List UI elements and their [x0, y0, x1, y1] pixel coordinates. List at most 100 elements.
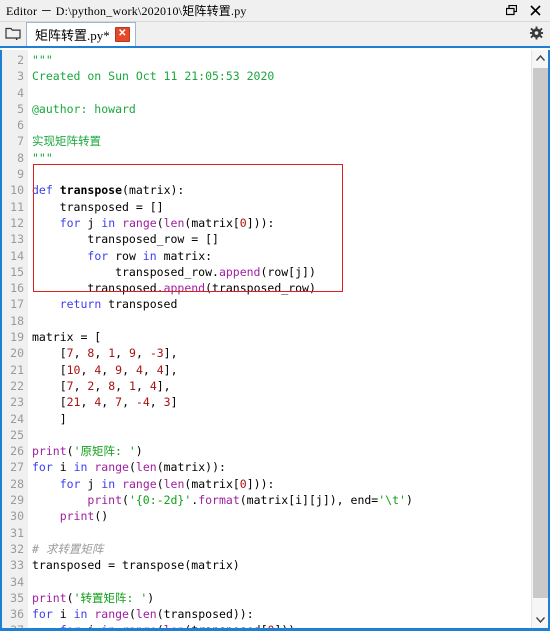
line-text[interactable]: return transposed — [27, 296, 178, 312]
code-line[interactable]: 25 — [2, 427, 531, 443]
code-line[interactable]: 30 print() — [2, 508, 531, 524]
line-text[interactable]: transposed_row.append(row[j]) — [27, 264, 316, 280]
line-text[interactable]: transposed_row = [] — [27, 231, 219, 247]
line-text[interactable]: [7, 8, 1, 9, -3], — [27, 345, 178, 361]
line-number: 29 — [10, 493, 24, 508]
code-line[interactable]: 12 for j in range(len(matrix[0])): — [2, 215, 531, 231]
line-text[interactable]: 实现矩阵转置 — [27, 133, 101, 149]
line-number: 16 — [10, 281, 24, 296]
line-text[interactable]: ] — [27, 411, 67, 427]
code-line[interactable]: 5 @author: howard — [2, 101, 531, 117]
code-line[interactable]: 31 — [2, 525, 531, 541]
line-number: 13 — [10, 232, 24, 247]
line-number: 10 — [10, 183, 24, 198]
code-line[interactable]: 36 for i in range(len(transposed)): — [2, 606, 531, 622]
line-text[interactable]: [10, 4, 9, 4, 4], — [27, 362, 178, 378]
code-line[interactable]: 27 for i in range(len(matrix)): — [2, 459, 531, 475]
code-line[interactable]: 6 — [2, 117, 531, 133]
line-text[interactable]: """ — [27, 150, 53, 166]
code-line[interactable]: 33 transposed = transpose(matrix) — [2, 557, 531, 573]
line-text[interactable]: [7, 2, 8, 1, 4], — [27, 378, 171, 394]
line-number: 2 — [17, 53, 24, 67]
code-line[interactable]: 24 ] — [2, 411, 531, 427]
tab-bar: 矩阵转置.py* ✕ — [0, 22, 550, 48]
line-number: 11 — [10, 199, 24, 214]
restore-icon[interactable] — [504, 4, 518, 18]
line-text[interactable]: for j in range(len(matrix[0])): — [27, 476, 275, 492]
line-text[interactable]: for row in matrix: — [27, 248, 212, 264]
code-viewport[interactable]: 2 """ 3 Created on Sun Oct 11 21:05:53 2020… — [2, 50, 531, 628]
line-text[interactable]: print('{0:-2d}'.format(matrix[i][j]), en… — [27, 492, 412, 508]
code-line[interactable]: 2 """ — [2, 52, 531, 68]
line-number: 24 — [10, 411, 24, 426]
line-text[interactable]: matrix = [ — [27, 329, 101, 345]
code-line[interactable]: 13 transposed_row = [] — [2, 231, 531, 247]
scrollbar-thumb[interactable] — [533, 68, 548, 598]
line-text[interactable]: for i in range(len(transposed)): — [27, 606, 254, 622]
line-number: 28 — [10, 476, 24, 491]
gear-icon[interactable] — [522, 20, 550, 46]
code-line[interactable]: 18 — [2, 313, 531, 329]
close-icon[interactable] — [528, 4, 542, 18]
window-title: Editor － D:\python_work\202010\矩阵转置.py — [6, 4, 247, 18]
code-content[interactable]: 2 """ 3 Created on Sun Oct 11 21:05:53 2020… — [2, 52, 531, 628]
line-number: 34 — [10, 574, 24, 589]
code-line[interactable]: 28 for j in range(len(matrix[0])): — [2, 476, 531, 492]
close-icon[interactable]: ✕ — [114, 27, 130, 42]
line-text[interactable]: def transpose(matrix): — [27, 182, 184, 198]
scroll-up-arrow[interactable] — [532, 50, 548, 67]
line-number: 18 — [10, 313, 24, 328]
code-line[interactable]: 34 — [2, 574, 531, 590]
line-text[interactable]: print('转置矩阵: ') — [27, 590, 154, 606]
line-text[interactable]: for j in range(len(transposed[0])): — [27, 622, 302, 628]
window-controls — [504, 4, 550, 18]
code-line[interactable]: 9 — [2, 166, 531, 182]
code-line[interactable]: 3 Created on Sun Oct 11 21:05:53 2020 — [2, 68, 531, 84]
code-line[interactable]: 22 [7, 2, 8, 1, 4], — [2, 378, 531, 394]
line-text[interactable]: for i in range(len(matrix)): — [27, 459, 226, 475]
line-number: 9 — [17, 167, 24, 182]
open-folder-icon[interactable] — [0, 20, 26, 46]
line-text[interactable]: transposed.append(transposed_row) — [27, 280, 316, 296]
line-number: 17 — [10, 297, 24, 312]
line-number: 23 — [10, 395, 24, 410]
code-line[interactable]: 16 transposed.append(transposed_row) — [2, 280, 531, 296]
code-line[interactable]: 14 for row in matrix: — [2, 248, 531, 264]
line-text[interactable]: @author: howard — [27, 101, 136, 117]
code-line[interactable]: 26 print('原矩阵: ') — [2, 443, 531, 459]
line-number: 3 — [17, 69, 24, 84]
code-editor[interactable]: 2 """ 3 Created on Sun Oct 11 21:05:53 2020… — [0, 50, 550, 631]
code-line[interactable]: 11 transposed = [] — [2, 199, 531, 215]
code-line[interactable]: 17 return transposed — [2, 296, 531, 312]
line-text[interactable]: """ — [27, 52, 53, 68]
line-text[interactable]: # 求转置矩阵 — [27, 541, 103, 557]
line-number: 14 — [10, 248, 24, 263]
code-line[interactable]: 32 # 求转置矩阵 — [2, 541, 531, 557]
scroll-down-arrow[interactable] — [532, 611, 548, 628]
code-line[interactable]: 35 print('转置矩阵: ') — [2, 590, 531, 606]
code-line[interactable]: 23 [21, 4, 7, -4, 3] — [2, 394, 531, 410]
tab-矩阵转置[interactable]: 矩阵转置.py* ✕ — [26, 22, 136, 46]
line-text[interactable]: print() — [27, 508, 108, 524]
code-line[interactable]: 8 """ — [2, 150, 531, 166]
line-text[interactable]: Created on Sun Oct 11 21:05:53 2020 — [27, 68, 274, 84]
line-number: 25 — [10, 427, 24, 442]
tab-label: 矩阵转置.py* — [35, 28, 110, 43]
code-line[interactable]: 19 matrix = [ — [2, 329, 531, 345]
code-line[interactable]: 21 [10, 4, 9, 4, 4], — [2, 362, 531, 378]
code-line[interactable]: 37 for j in range(len(transposed[0])): — [2, 622, 531, 628]
line-text[interactable]: for j in range(len(matrix[0])): — [27, 215, 275, 231]
code-line[interactable]: 10 def transpose(matrix): — [2, 182, 531, 198]
code-line[interactable]: 20 [7, 8, 1, 9, -3], — [2, 345, 531, 361]
line-text[interactable]: transposed = [] — [27, 199, 164, 215]
code-line[interactable]: 29 print('{0:-2d}'.format(matrix[i][j]),… — [2, 492, 531, 508]
code-line[interactable]: 7 实现矩阵转置 — [2, 133, 531, 149]
line-text[interactable]: [21, 4, 7, -4, 3] — [27, 394, 178, 410]
code-line[interactable]: 15 transposed_row.append(row[j]) — [2, 264, 531, 280]
line-number: 32 — [10, 541, 24, 556]
code-line[interactable]: 4 — [2, 85, 531, 101]
vertical-scrollbar[interactable] — [531, 50, 548, 628]
line-number: 26 — [10, 444, 24, 459]
line-text[interactable]: transposed = transpose(matrix) — [27, 557, 240, 573]
line-text[interactable]: print('原矩阵: ') — [27, 443, 143, 459]
